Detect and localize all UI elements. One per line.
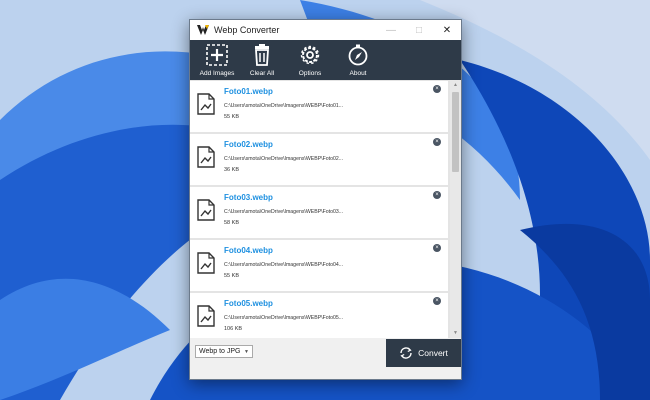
close-button[interactable]: ✕ [433,20,461,40]
add-images-label: Add Images [199,70,235,77]
file-name: Foto05.webp [224,299,273,308]
format-select[interactable]: Webp to JPG ▼ [195,345,253,358]
file-path: C:\Users\smota\OneDrive\Imagens\WEBP\Fot… [224,103,344,109]
image-file-icon [197,252,215,274]
clear-all-label: Clear All [249,70,275,77]
image-file-icon [197,146,215,168]
maximize-button[interactable]: □ [405,20,433,40]
file-name: Foto03.webp [224,193,273,202]
remove-file-icon[interactable]: × [433,191,441,199]
scroll-down-icon[interactable]: ▼ [452,330,459,336]
convert-label: Convert [418,348,448,358]
file-name: Foto04.webp [224,246,273,255]
title-bar: Webp Converter — □ ✕ [190,20,461,40]
file-item[interactable]: Foto02.webp C:\Users\smota\OneDrive\Imag… [190,134,448,185]
remove-file-icon[interactable]: × [433,85,441,93]
scroll-up-icon[interactable]: ▲ [452,82,459,88]
image-file-icon [197,93,215,115]
gear-icon [300,45,320,65]
file-path: C:\Users\smota\OneDrive\Imagens\WEBP\Fot… [224,315,344,321]
file-size: 55 KB [224,114,239,120]
convert-button[interactable]: Convert [386,339,461,367]
file-path: C:\Users\smota\OneDrive\Imagens\WEBP\Fot… [224,209,344,215]
remove-file-icon[interactable]: × [433,297,441,305]
app-window: Webp Converter — □ ✕ Add Images Clear Al… [189,19,462,380]
image-file-icon [197,199,215,221]
options-label: Options [298,70,322,77]
toolbar: Add Images Clear All Options About [190,40,461,80]
about-label: About [349,70,367,77]
file-item[interactable]: Foto01.webp C:\Users\smota\OneDrive\Imag… [190,81,448,132]
format-select-value: Webp to JPG [199,348,241,355]
bottom-bar: Webp to JPG ▼ Convert [190,338,461,379]
vertical-scrollbar[interactable]: ▲ ▼ [450,80,461,338]
file-size: 106 KB [224,326,243,332]
about-button[interactable]: About [334,40,382,77]
file-size: 55 KB [224,273,239,279]
file-name: Foto01.webp [224,87,273,96]
file-size: 36 KB [224,167,239,173]
scroll-thumb[interactable] [452,92,459,172]
convert-icon [400,347,412,359]
file-item[interactable]: Foto05.webp C:\Users\smota\OneDrive\Imag… [190,293,448,338]
compass-icon [348,44,368,66]
add-image-icon [206,44,228,66]
add-images-button[interactable]: Add Images [196,40,238,77]
remove-file-icon[interactable]: × [433,244,441,252]
minimize-button[interactable]: — [377,20,405,40]
chevron-down-icon: ▼ [244,348,249,355]
image-file-icon [197,305,215,327]
file-path: C:\Users\smota\OneDrive\Imagens\WEBP\Fot… [224,156,344,162]
window-title: Webp Converter [214,25,280,35]
options-button[interactable]: Options [286,40,334,77]
remove-file-icon[interactable]: × [433,138,441,146]
file-item[interactable]: Foto04.webp C:\Users\smota\OneDrive\Imag… [190,240,448,291]
file-item[interactable]: Foto03.webp C:\Users\smota\OneDrive\Imag… [190,187,448,238]
file-path: C:\Users\smota\OneDrive\Imagens\WEBP\Fot… [224,262,344,268]
trash-icon [255,44,269,66]
app-logo-icon [197,25,209,35]
file-size: 58 KB [224,220,239,226]
file-name: Foto02.webp [224,140,273,149]
file-list: Foto01.webp C:\Users\smota\OneDrive\Imag… [190,80,461,338]
clear-all-button[interactable]: Clear All [238,40,286,77]
